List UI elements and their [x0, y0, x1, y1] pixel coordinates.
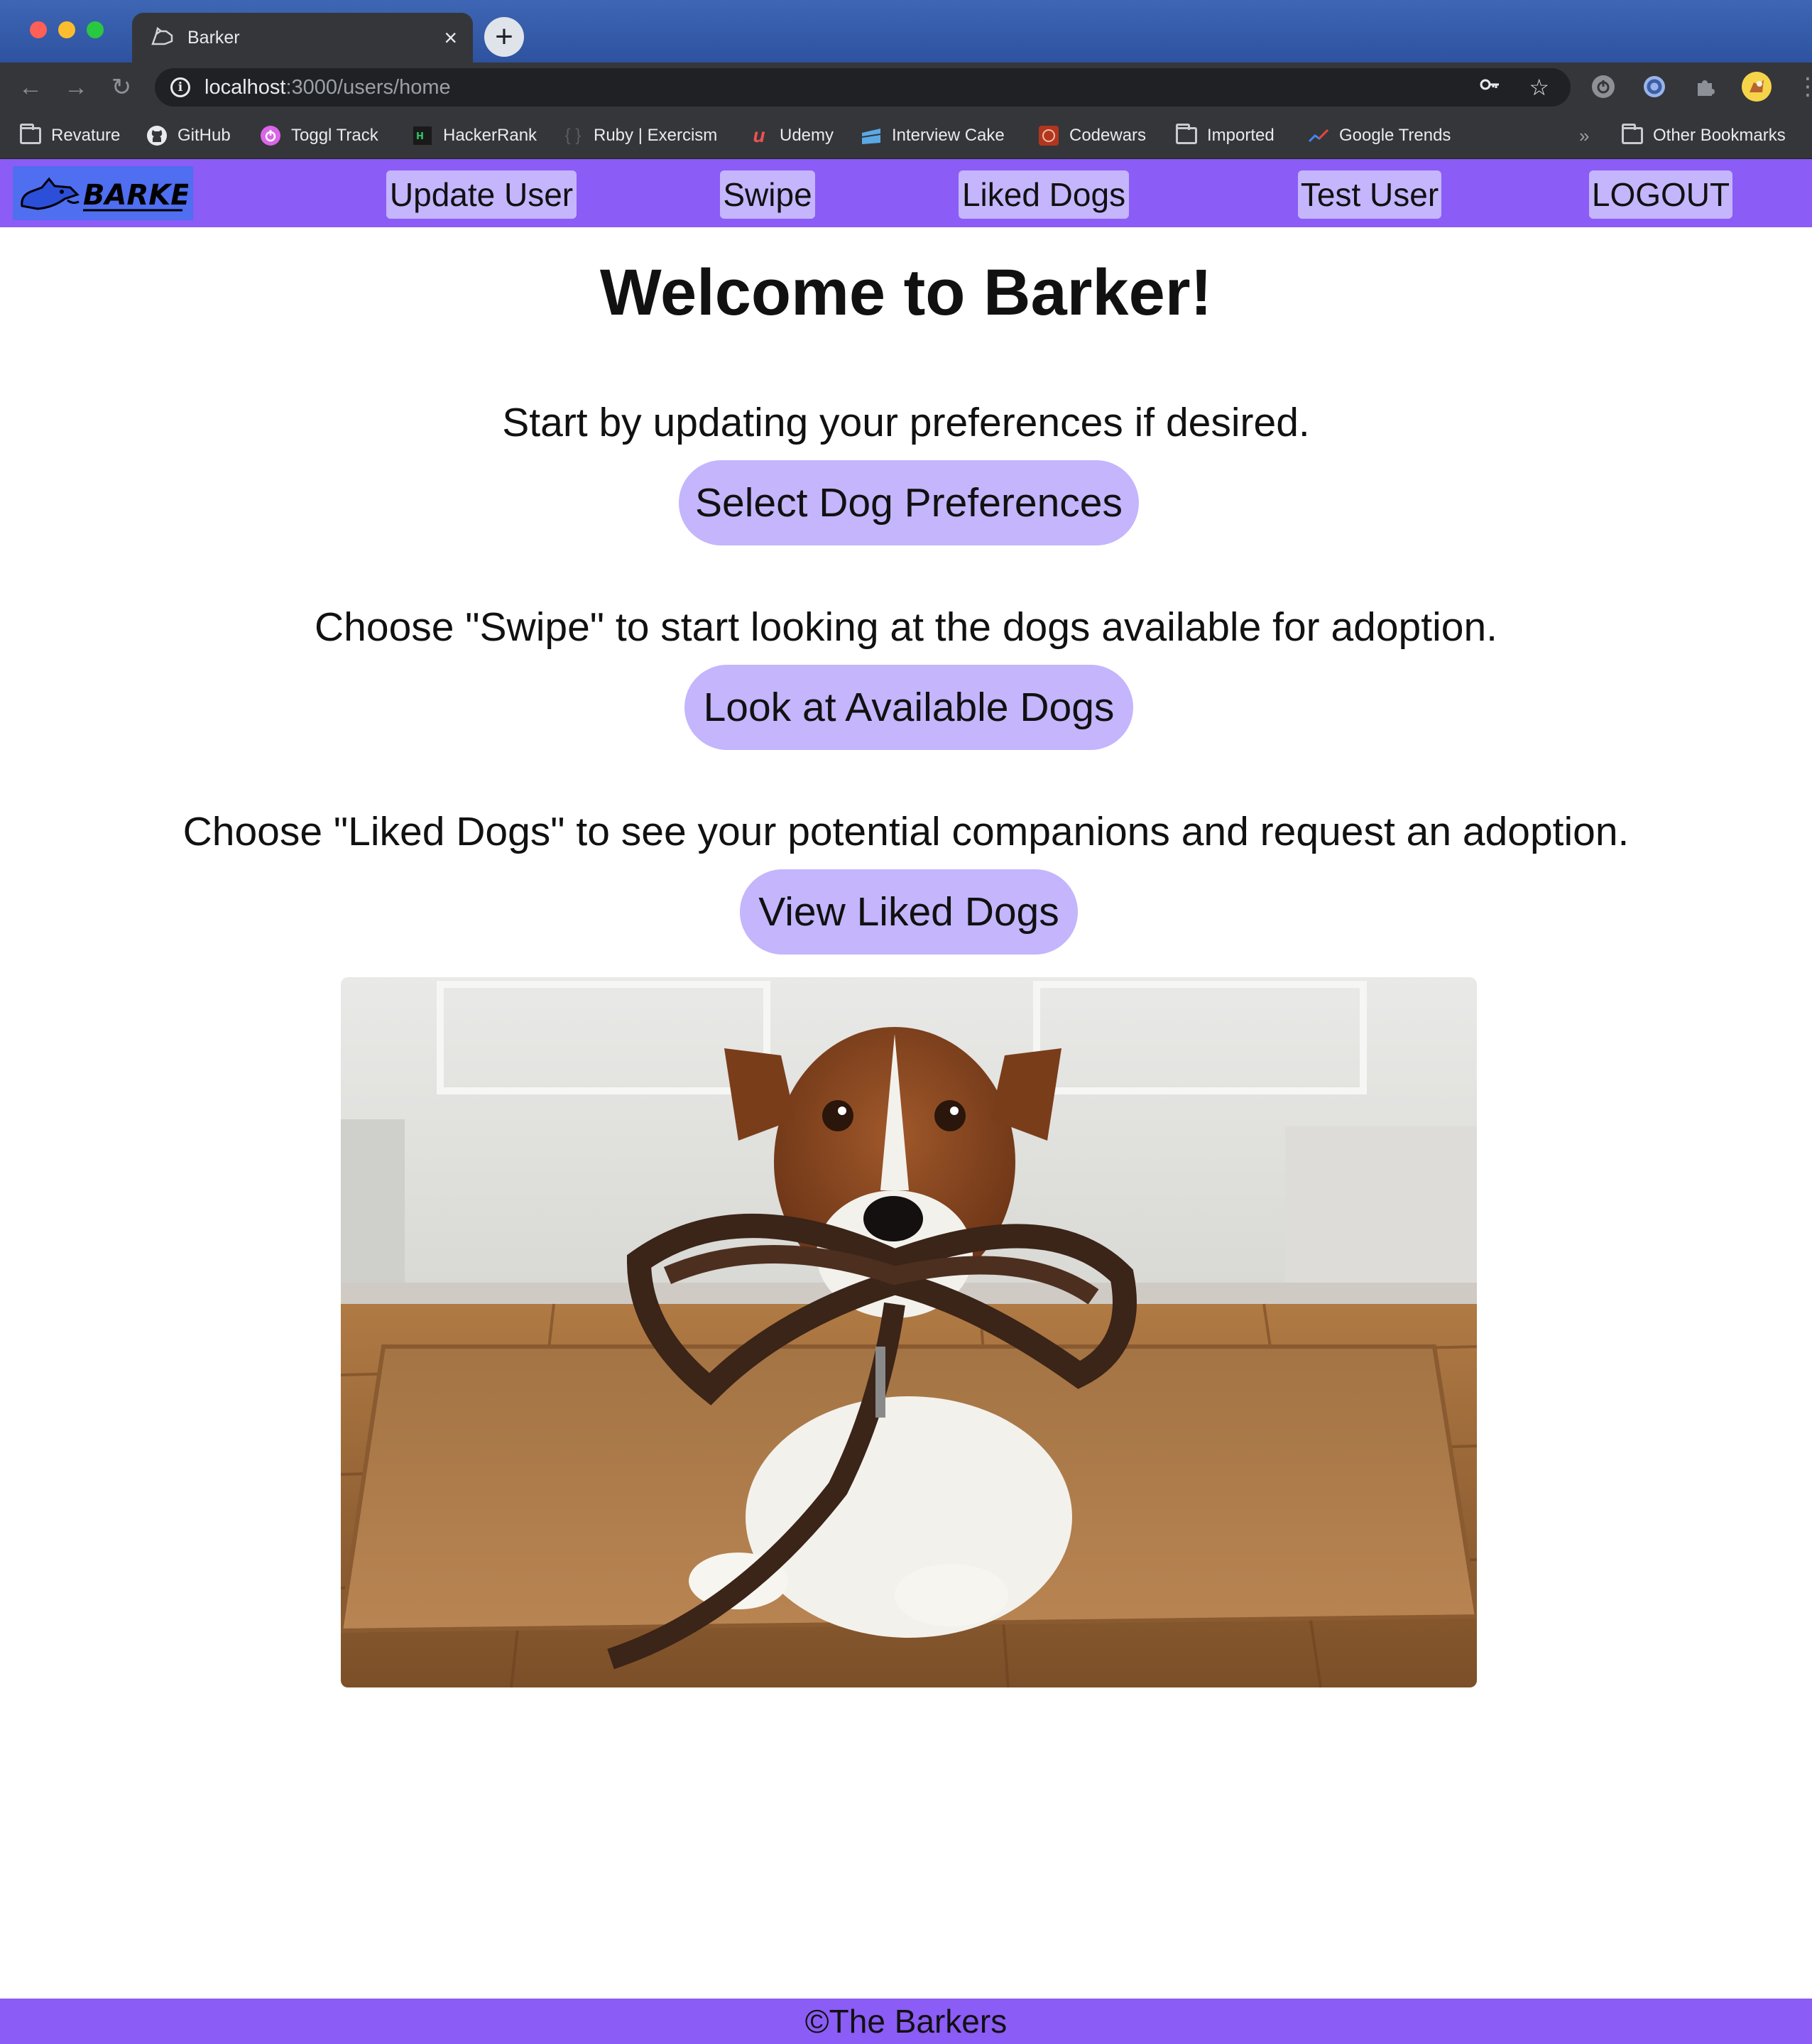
- dog-with-leash-image: [341, 977, 1477, 1687]
- look-at-available-dogs-button[interactable]: Look at Available Dogs: [684, 665, 1133, 750]
- folder-icon: [1176, 124, 1197, 146]
- window-zoom-button[interactable]: [87, 21, 104, 38]
- page-footer: ©The Barkers: [0, 1999, 1812, 2044]
- address-bar[interactable]: i localhost:3000/users/home ☆: [155, 68, 1571, 107]
- hackerrank-icon: H: [412, 125, 433, 146]
- bookmark-codewars[interactable]: Codewars: [1038, 112, 1146, 159]
- barker-logo-image: BARKER: [21, 177, 188, 212]
- bookmark-toggl-track[interactable]: Toggl Track: [260, 112, 378, 159]
- footer-copyright: ©The Barkers: [804, 2003, 1008, 2040]
- google-trends-icon: [1308, 125, 1329, 146]
- nav-update-user[interactable]: Update User: [386, 170, 577, 219]
- bookmark-star-icon[interactable]: ☆: [1529, 74, 1549, 101]
- browser-toolbar: ← → ↻ i localhost:3000/users/home ☆ ⋮: [0, 62, 1812, 112]
- bookmark-other-bookmarks[interactable]: Other Bookmarks: [1622, 112, 1786, 159]
- profile-avatar[interactable]: [1741, 71, 1772, 102]
- url-host: localhost: [204, 75, 286, 99]
- codewars-icon: [1038, 125, 1059, 146]
- svg-text:H: H: [416, 131, 424, 142]
- window-close-button[interactable]: [30, 21, 47, 38]
- forward-arrow-icon[interactable]: →: [61, 72, 91, 102]
- page-title: Welcome to Barker!: [599, 256, 1213, 329]
- browser-tab-strip: Barker × +: [0, 0, 1812, 62]
- toggl-icon: [260, 125, 281, 146]
- bookmarks-overflow-chevron[interactable]: »: [1579, 112, 1589, 159]
- svg-text:BARKER: BARKER: [83, 179, 188, 212]
- instruction-swipe: Choose "Swipe" to start looking at the d…: [315, 604, 1497, 650]
- barker-favicon-icon: [151, 26, 175, 50]
- bookmark-hackerrank[interactable]: H HackerRank: [412, 112, 537, 159]
- tab-title: Barker: [187, 27, 240, 48]
- instruction-liked-dogs: Choose "Liked Dogs" to see your potentia…: [182, 809, 1630, 854]
- udemy-icon: u: [753, 124, 765, 146]
- github-icon: [146, 125, 168, 146]
- browser-tab-active[interactable]: Barker ×: [132, 13, 473, 62]
- folder-icon: [1622, 124, 1643, 146]
- extension-power-icon[interactable]: [1588, 71, 1619, 102]
- bookmark-github[interactable]: GitHub: [146, 112, 231, 159]
- nav-liked-dogs[interactable]: Liked Dogs: [959, 170, 1129, 219]
- url-path: :3000/users/home: [285, 75, 451, 99]
- browser-menu-icon[interactable]: ⋮: [1792, 71, 1812, 102]
- extensions-puzzle-icon[interactable]: [1690, 71, 1721, 102]
- window-minimize-button[interactable]: [58, 21, 75, 38]
- bookmark-google-trends[interactable]: Google Trends: [1308, 112, 1451, 159]
- select-dog-preferences-button[interactable]: Select Dog Preferences: [679, 460, 1139, 545]
- bookmark-udemy[interactable]: u Udemy: [748, 112, 834, 159]
- view-liked-dogs-button[interactable]: View Liked Dogs: [740, 869, 1078, 955]
- interview-cake-icon: [861, 125, 882, 146]
- nav-test-user[interactable]: Test User: [1298, 170, 1441, 219]
- bookmark-interview-cake[interactable]: Interview Cake: [861, 112, 1005, 159]
- tab-close-icon[interactable]: ×: [444, 26, 457, 49]
- new-tab-button[interactable]: +: [484, 17, 524, 57]
- bookmark-revature[interactable]: Revature: [20, 112, 120, 159]
- reload-icon[interactable]: ↻: [107, 72, 136, 102]
- instruction-preferences: Start by updating your preferences if de…: [502, 400, 1310, 445]
- password-key-icon[interactable]: [1479, 74, 1500, 101]
- exercism-icon: { }: [564, 126, 582, 145]
- nav-logout[interactable]: LOGOUT: [1589, 170, 1732, 219]
- extension-ring-icon[interactable]: [1639, 71, 1670, 102]
- back-arrow-icon[interactable]: ←: [16, 72, 45, 102]
- site-info-icon[interactable]: i: [170, 77, 190, 97]
- bookmarks-bar: Revature GitHub Toggl Track H HackerRank…: [0, 112, 1812, 159]
- nav-swipe[interactable]: Swipe: [720, 170, 815, 219]
- bookmark-imported[interactable]: Imported: [1176, 112, 1275, 159]
- bookmark-ruby-exercism[interactable]: { } Ruby | Exercism: [562, 112, 718, 159]
- app-navbar: BARKER Update User Swipe Liked Dogs Test…: [0, 159, 1812, 227]
- barker-logo[interactable]: BARKER: [13, 166, 193, 220]
- folder-icon: [20, 124, 41, 146]
